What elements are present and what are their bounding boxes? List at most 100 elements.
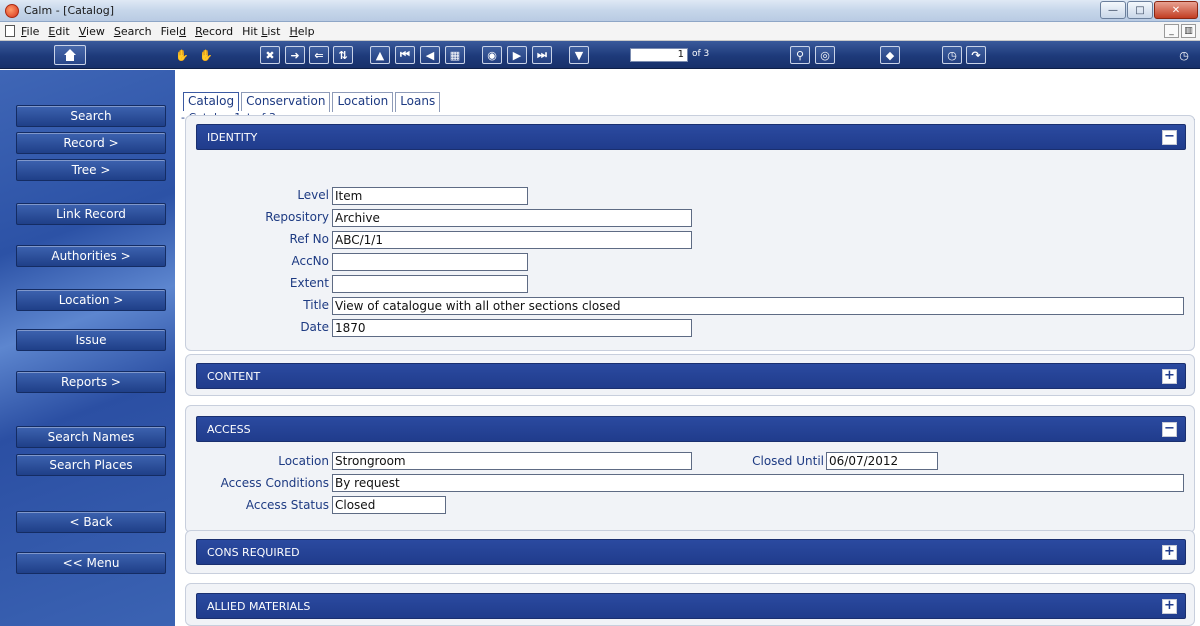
close-record-button[interactable]: ✖ [260,46,280,64]
location-field[interactable]: Strongroom [332,452,692,470]
first-icon: ⏮ [400,48,410,61]
search-button[interactable]: Search [16,105,166,127]
next-record-button[interactable]: ▶ [507,46,527,64]
access-conditions-field[interactable]: By request [332,474,1184,492]
tab-loans[interactable]: Loans [395,92,441,112]
allied-materials-section: ALLIED MATERIALS + [185,583,1195,626]
section-title: CONS REQUIRED [207,545,300,559]
expand-icon[interactable]: + [1162,599,1177,614]
view-button[interactable]: ◎ [815,46,835,64]
record-menu-button[interactable]: Record > [16,132,166,154]
menu-field[interactable]: Field [161,25,186,38]
search-button[interactable]: ⚲ [790,46,810,64]
next-field-button[interactable]: ➜ [285,46,305,64]
document-icon[interactable] [5,25,15,37]
hand-right-icon[interactable]: ✋ [196,45,216,65]
location-label: Location [278,454,329,468]
level-label: Level [297,188,329,202]
collapse-icon[interactable]: − [1162,130,1177,145]
tab-conservation[interactable]: Conservation [241,92,331,112]
eye-icon: ◎ [820,48,830,62]
grid-view-button[interactable]: ▦ [445,46,465,64]
search-names-button[interactable]: Search Names [16,426,166,448]
up-button[interactable]: ▲ [370,46,390,64]
sort-button[interactable]: ⇅ [333,46,353,64]
allied-materials-header[interactable]: ALLIED MATERIALS + [196,593,1186,619]
expand-icon[interactable]: + [1162,369,1177,384]
arrow-right-icon: ➜ [290,48,300,62]
repository-label: Repository [265,210,329,224]
menu-help[interactable]: Help [289,25,314,38]
reports-menu-button[interactable]: Reports > [16,371,166,393]
close-button[interactable]: ✕ [1154,1,1198,19]
redo-button[interactable]: ↷ [966,46,986,64]
level-field[interactable]: Item [332,187,528,205]
menu-record[interactable]: Record [195,25,233,38]
eraser-button[interactable]: ◆ [880,46,900,64]
refno-label: Ref No [289,232,329,246]
menu-bar: File Edit View Search Field Record Hit L… [0,22,1200,41]
main-panel: Catalog Conservation Location Loans - Ca… [175,70,1200,626]
hand-left-icon[interactable]: ✋ [172,45,192,65]
previous-record-button[interactable]: ◀ [420,46,440,64]
link-record-button[interactable]: Link Record [16,203,166,225]
collapse-icon[interactable]: − [1162,422,1177,437]
first-record-button[interactable]: ⏮ [395,46,415,64]
last-record-button[interactable]: ⏭ [532,46,552,64]
accno-label: AccNo [291,254,329,268]
closed-until-field[interactable]: 06/07/2012 [826,452,938,470]
clock-icon: ◷ [1179,48,1189,62]
maximize-button[interactable]: □ [1127,1,1153,19]
refno-field[interactable]: ABC/1/1 [332,231,692,249]
search-places-button[interactable]: Search Places [16,454,166,476]
date-field[interactable]: 1870 [332,319,692,337]
cons-required-section: CONS REQUIRED + [185,530,1195,574]
window-controls: — □ ✕ [1099,1,1198,19]
triangle-up-icon: ▲ [375,48,385,62]
extent-field[interactable] [332,275,528,293]
access-status-field[interactable]: Closed [332,496,446,514]
eraser-icon: ◆ [885,48,895,62]
access-header[interactable]: ACCESS − [196,416,1186,442]
dropdown-button[interactable]: ▼ [569,46,589,64]
menu-edit[interactable]: Edit [48,25,69,38]
title-bar: Calm - [Catalog] — □ ✕ [0,0,1200,22]
mdi-minimize-button[interactable]: _ [1164,24,1179,38]
prev-field-button[interactable]: ⇐ [309,46,329,64]
menu-hit-list[interactable]: Hit List [242,25,280,38]
history-button[interactable]: ◷ [942,46,962,64]
access-section: ACCESS − Location Strongroom Closed Unti… [185,405,1195,533]
date-label: Date [300,320,329,334]
back-button[interactable]: < Back [16,511,166,533]
tree-menu-button[interactable]: Tree > [16,159,166,181]
identity-header[interactable]: IDENTITY − [196,124,1186,150]
location-menu-button[interactable]: Location > [16,289,166,311]
expand-icon[interactable]: + [1162,545,1177,560]
minimize-button[interactable]: — [1100,1,1126,19]
camera-button[interactable]: ◉ [482,46,502,64]
title-field[interactable]: View of catalogue with all other section… [332,297,1184,315]
sort-icon: ⇅ [338,48,348,62]
main-menu-button[interactable]: << Menu [16,552,166,574]
mdi-restore-button[interactable]: ▥ [1181,24,1196,38]
repository-field[interactable]: Archive [332,209,692,227]
content-header[interactable]: CONTENT + [196,363,1186,389]
menu-view[interactable]: View [79,25,105,38]
arrow-left-icon: ⇐ [314,48,324,62]
issue-button[interactable]: Issue [16,329,166,351]
authorities-menu-button[interactable]: Authorities > [16,245,166,267]
closed-until-label: Closed Until [752,454,824,468]
record-number-input[interactable]: 1 [630,48,688,62]
menu-search[interactable]: Search [114,25,152,38]
tab-location[interactable]: Location [332,92,394,112]
home-button[interactable] [54,45,86,65]
time-button[interactable]: ◷ [1174,45,1194,65]
section-title: CONTENT [207,369,261,383]
section-title: ACCESS [207,422,251,436]
tab-catalog[interactable]: Catalog [183,92,240,112]
triangle-down-icon: ▼ [574,48,584,62]
mdi-controls: _ ▥ [1162,24,1196,38]
cons-required-header[interactable]: CONS REQUIRED + [196,539,1186,565]
accno-field[interactable] [332,253,528,271]
menu-file[interactable]: File [21,25,39,38]
